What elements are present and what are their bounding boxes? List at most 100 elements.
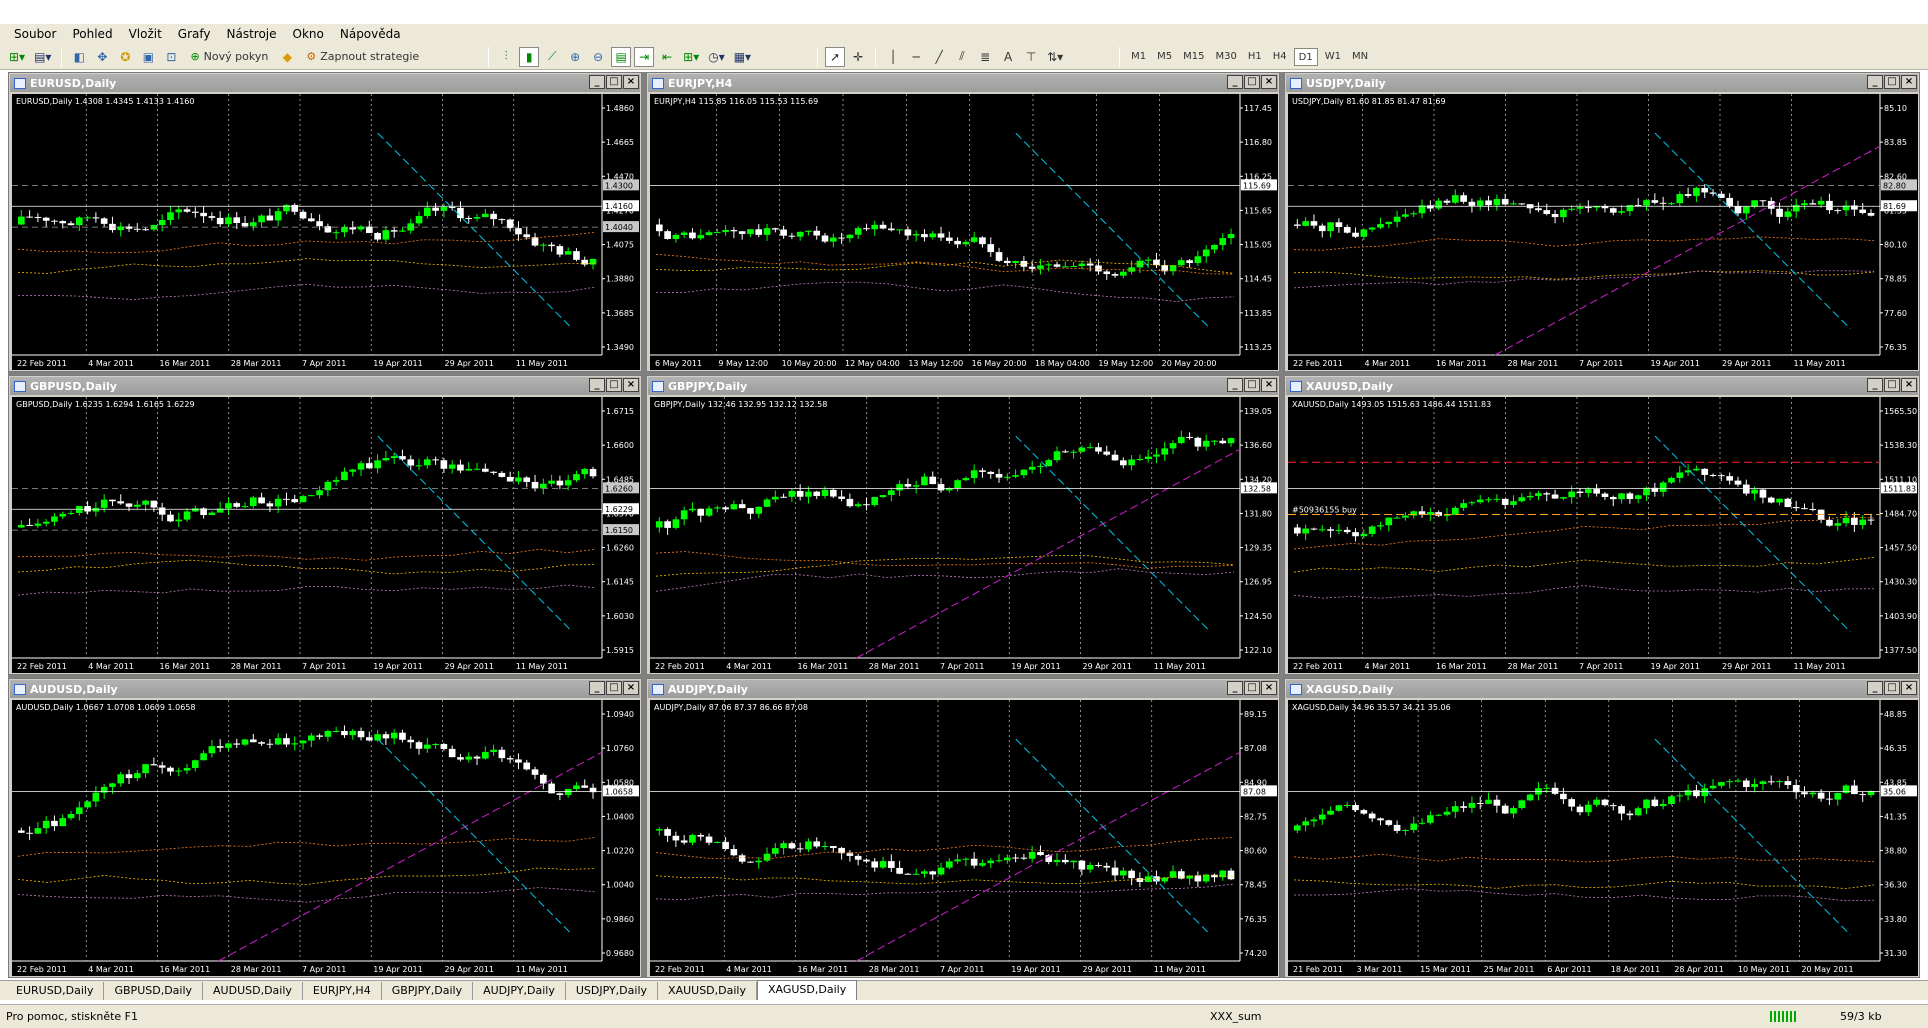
zoom-in-icon[interactable]: ⊕ (565, 47, 585, 67)
chart-window-titlebar[interactable]: USDJPY,Daily (1286, 74, 1918, 92)
arrows-icon[interactable]: ⇅▾ (1044, 47, 1066, 67)
crosshair-icon[interactable]: ✛ (848, 47, 868, 67)
chart-window[interactable]: GBPJPY,Daily _ □ × 139.05 136.60 134.20 131.80… (646, 375, 1280, 675)
minimize-icon[interactable]: _ (1867, 75, 1883, 89)
cursor-icon[interactable]: ➚ (825, 46, 846, 67)
chart-tab[interactable]: GBPJPY,Daily (382, 982, 474, 1000)
price-chart[interactable]: 1565.501538.301511.101484.701457.501430.… (1288, 397, 1918, 673)
start-strategy-button[interactable]: ⚙ Zapnout strategie (300, 47, 425, 67)
chart-tab[interactable]: XAUUSD,Daily (658, 982, 757, 1000)
minimize-icon[interactable]: _ (1227, 378, 1243, 392)
close-icon[interactable]: × (1901, 378, 1917, 392)
chart-window[interactable]: GBPUSD,Daily _□× 1.67151.66001.64851.6370… (8, 375, 642, 675)
close-icon[interactable]: × (1901, 681, 1917, 695)
minimize-icon[interactable]: _ (589, 681, 605, 695)
maximize-icon[interactable]: □ (1884, 75, 1900, 89)
minimize-icon[interactable]: _ (1867, 378, 1883, 392)
close-icon[interactable]: × (623, 75, 639, 89)
menu-pohled[interactable]: Pohled (64, 24, 120, 44)
chart-window[interactable]: XAGUSD,Daily _ □ × 48.85 46.35 43.85 41.35 38.8… (1284, 678, 1920, 978)
chart-window-titlebar[interactable]: EURUSD,Daily (10, 74, 640, 92)
line-chart-icon[interactable]: ⟋ (542, 47, 562, 67)
maximize-icon[interactable]: □ (1884, 681, 1900, 695)
trendline-icon[interactable]: ╱ (929, 47, 949, 67)
price-chart[interactable]: 85.1083.8582.6081.3580.1078.8577.6076.35… (1288, 94, 1918, 370)
market-watch-icon[interactable]: ◧ (69, 47, 89, 67)
close-icon[interactable]: × (1901, 75, 1917, 89)
chart-tab[interactable]: AUDUSD,Daily (203, 982, 303, 1000)
chart-tab[interactable]: GBPUSD,Daily (104, 982, 204, 1000)
menu-napoveda[interactable]: Nápověda (332, 24, 409, 44)
price-chart[interactable]: 1.48601.46651.44701.42701.40751.38801.36… (12, 94, 640, 370)
fibonacci-icon[interactable]: ≣ (975, 47, 995, 67)
tile-windows-icon[interactable]: ▤ (611, 46, 632, 67)
text-label-icon[interactable]: ⊤ (1021, 47, 1041, 67)
maximize-icon[interactable]: □ (1244, 378, 1260, 392)
minimize-icon[interactable]: _ (589, 75, 605, 89)
price-chart[interactable]: 117.45116.80116.25115.65115.05114.45113.… (650, 94, 1278, 370)
chart-window-titlebar[interactable]: XAUUSD,Daily (1286, 377, 1918, 395)
text-icon[interactable]: A (998, 47, 1018, 67)
maximize-icon[interactable]: □ (606, 75, 622, 89)
minimize-icon[interactable]: _ (1867, 681, 1883, 695)
metaeditor-icon[interactable]: ◆ (277, 47, 297, 67)
timeframe-w1[interactable]: W1 (1321, 48, 1345, 66)
tester-icon[interactable]: ⊡ (161, 47, 181, 67)
maximize-icon[interactable]: □ (1244, 681, 1260, 695)
new-order-button[interactable]: ⊕ Nový pokyn (184, 47, 274, 67)
timeframe-m5[interactable]: M5 (1153, 48, 1176, 66)
price-chart[interactable]: 139.05136.60134.20131.80129.35126.95124.… (650, 397, 1278, 673)
timeframe-m1[interactable]: M1 (1127, 48, 1150, 66)
new-chart-icon[interactable]: ⊞▾ (6, 47, 28, 67)
maximize-icon[interactable]: □ (606, 378, 622, 392)
chart-window-titlebar[interactable]: GBPUSD,Daily (10, 377, 640, 395)
timeframe-h4[interactable]: H4 (1269, 48, 1291, 66)
menu-grafy[interactable]: Grafy (170, 24, 219, 44)
maximize-icon[interactable]: □ (606, 681, 622, 695)
bar-chart-icon[interactable]: ⫶ (496, 47, 516, 67)
timeframe-d1[interactable]: D1 (1293, 47, 1318, 66)
chart-tab[interactable]: XAGUSD,Daily (756, 980, 858, 1000)
close-icon[interactable]: × (623, 378, 639, 392)
chart-tab[interactable]: EURUSD,Daily (6, 982, 105, 1000)
chart-window-titlebar[interactable]: GBPJPY,Daily (648, 377, 1278, 395)
zoom-out-icon[interactable]: ⊖ (588, 47, 608, 67)
terminal-icon[interactable]: ▣ (138, 47, 158, 67)
menu-okno[interactable]: Okno (285, 24, 332, 44)
maximize-icon[interactable]: □ (1244, 75, 1260, 89)
close-icon[interactable]: × (1261, 378, 1277, 392)
close-icon[interactable]: × (623, 681, 639, 695)
minimize-icon[interactable]: _ (589, 378, 605, 392)
horizontal-line-icon[interactable]: ─ (906, 47, 926, 67)
minimize-icon[interactable]: _ (1227, 681, 1243, 695)
price-chart[interactable]: 89.1587.0884.9082.7580.6078.4576.3574.20… (650, 700, 1278, 976)
candlestick-icon[interactable]: ▮ (519, 46, 540, 67)
chart-tab[interactable]: AUDJPY,Daily (473, 982, 566, 1000)
chart-window-titlebar[interactable]: XAGUSD,Daily (1286, 680, 1918, 698)
timeframe-m15[interactable]: M15 (1179, 48, 1208, 66)
data-window-icon[interactable]: ✥ (92, 47, 112, 67)
price-chart[interactable]: 1.67151.66001.64851.63701.62601.61451.60… (12, 397, 640, 673)
timeframe-h1[interactable]: H1 (1244, 48, 1266, 66)
channel-icon[interactable]: ⫽ (952, 47, 972, 67)
chart-shift-icon[interactable]: ⇤ (657, 47, 677, 67)
chart-window-titlebar[interactable]: EURJPY,H4 (648, 74, 1278, 92)
templates-icon[interactable]: ▦▾ (731, 47, 754, 67)
minimize-icon[interactable]: _ (1227, 75, 1243, 89)
indicators-icon[interactable]: ⊞▾ (680, 47, 702, 67)
auto-scroll-icon[interactable]: ⇥ (634, 46, 655, 67)
periods-icon[interactable]: ◷▾ (705, 47, 728, 67)
timeframe-m30[interactable]: M30 (1212, 48, 1241, 66)
menu-vlozit[interactable]: Vložit (121, 24, 170, 44)
chart-window[interactable]: EURJPY,H4 _ □ × 117.45 116.80 116.25 115.65 115… (646, 72, 1280, 372)
price-chart[interactable]: 1.09401.07601.05801.04001.02201.00400.98… (12, 700, 640, 976)
timeframe-mn[interactable]: MN (1348, 48, 1372, 66)
chart-window[interactable]: AUDUSD,Daily _ □ × 1.0940 1.0760 1.0580 1.0400… (8, 678, 642, 978)
chart-window[interactable]: EURUSD,Daily _□× 1.48601.46651.44701.4270… (8, 72, 642, 372)
navigator-icon[interactable]: ✪ (115, 47, 135, 67)
price-chart[interactable]: 48.8546.3543.8541.3538.8036.3033.8031.30… (1288, 700, 1918, 976)
maximize-icon[interactable]: □ (1884, 378, 1900, 392)
close-icon[interactable]: × (1261, 681, 1277, 695)
menu-nastroje[interactable]: Nástroje (219, 24, 285, 44)
close-icon[interactable]: × (1261, 75, 1277, 89)
